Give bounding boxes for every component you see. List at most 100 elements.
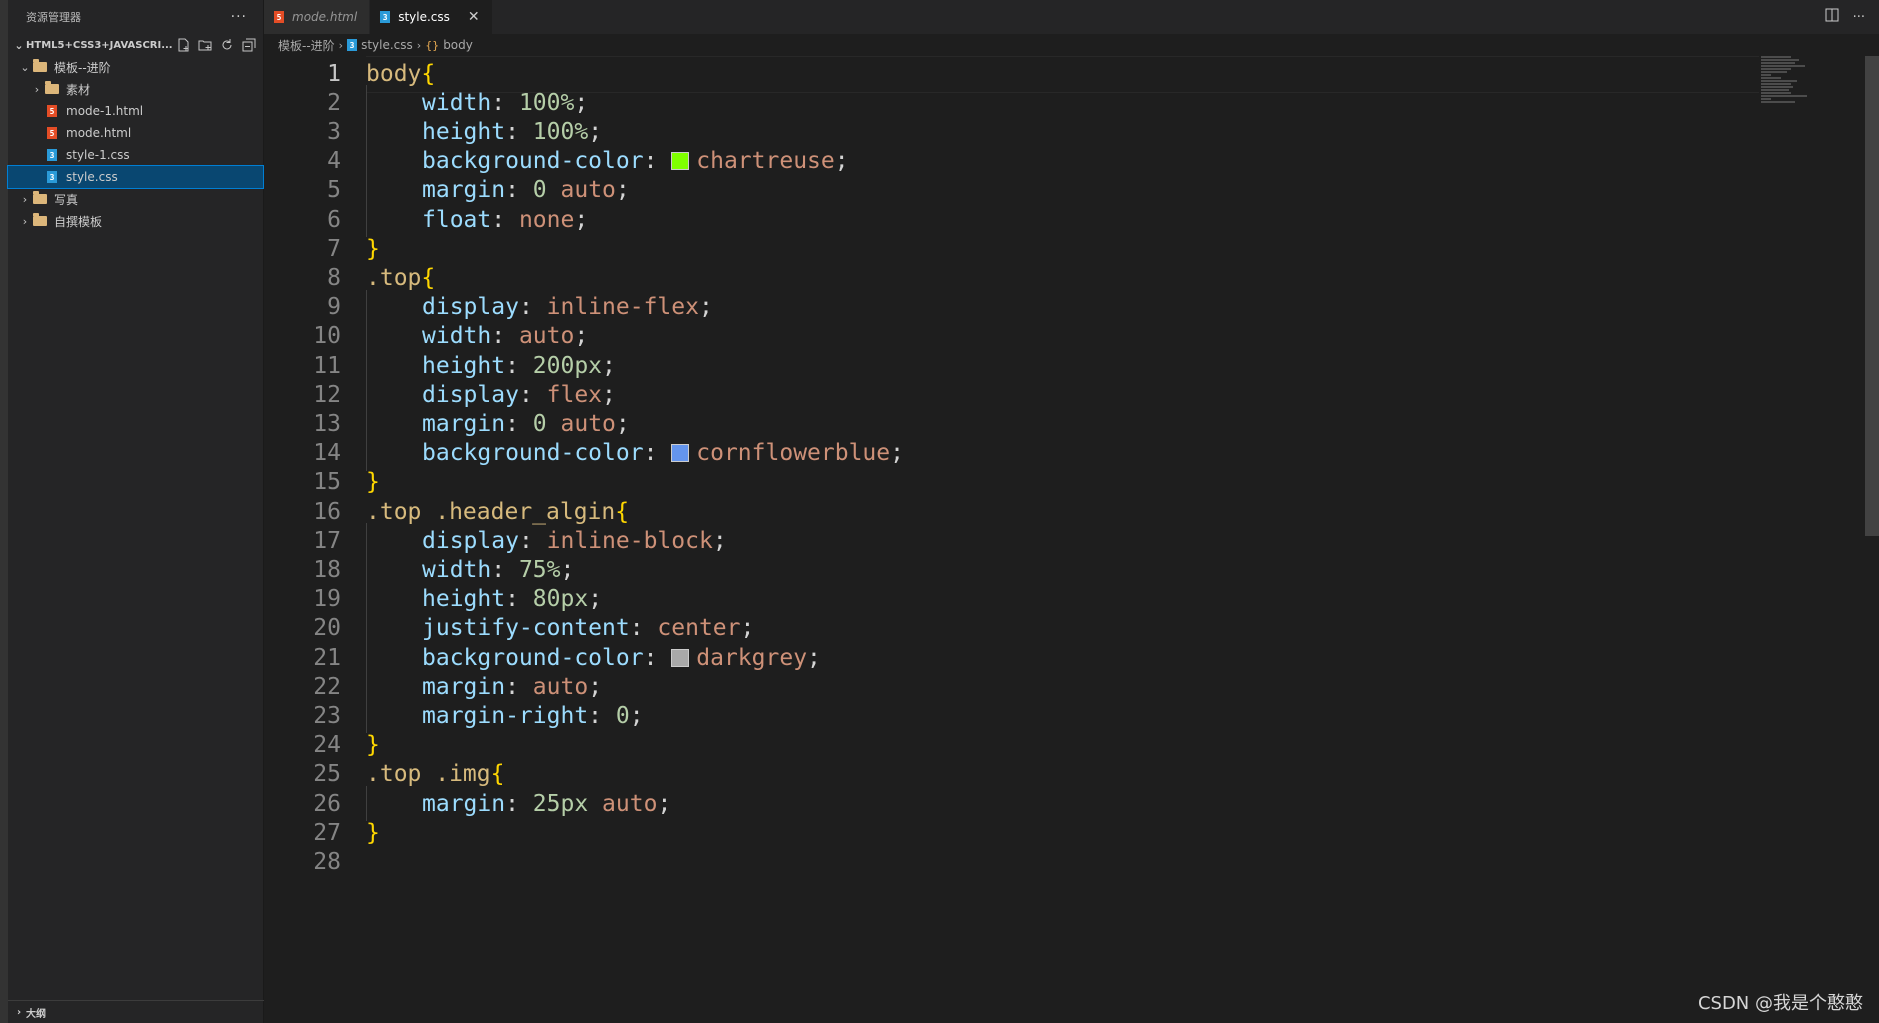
code-token: ; <box>712 527 727 554</box>
breadcrumb: 模板--进阶 › 3 style.css › {} body <box>264 34 1879 56</box>
code-token: auto <box>560 177 616 204</box>
css-file-icon: 3 <box>44 169 60 185</box>
outline-title: 大纲 <box>26 1008 46 1020</box>
code-token: chartreuse <box>696 148 835 175</box>
code-token: : <box>491 556 519 583</box>
line-number: 28 <box>313 848 341 875</box>
code-token: 0 <box>532 177 547 204</box>
split-editor-icon[interactable] <box>1825 8 1839 26</box>
watermark: CSDN @我是个憨憨 <box>1697 993 1863 1014</box>
code-token: darkgrey <box>696 644 808 671</box>
code-token: margin <box>422 673 506 700</box>
editor-area: 5 mode.html 3 style.css ✕ ··· 模板--进阶 › 3… <box>264 0 1879 1023</box>
code-token: .top <box>366 264 422 291</box>
line-number: 20 <box>313 615 341 642</box>
line-number: 17 <box>313 527 341 554</box>
workspace-title: HTML5+CSS3+JAVASCRI... <box>26 39 173 51</box>
code-token: : <box>643 148 672 175</box>
chevron-right-icon: › <box>22 192 28 206</box>
color-swatch[interactable] <box>671 152 690 171</box>
code-token: center <box>657 615 741 642</box>
line-number: 6 <box>327 206 341 233</box>
breadcrumb-folder[interactable]: 模板--进阶 <box>278 37 335 54</box>
code-token: background-color <box>422 148 644 175</box>
chevron-down-icon: ⌄ <box>14 38 24 52</box>
line-number: 25 <box>313 761 341 788</box>
code-token: { <box>421 60 436 87</box>
chevron-right-icon: › <box>34 82 40 96</box>
refresh-icon[interactable] <box>219 37 235 53</box>
tree-item-label: 素材 <box>66 82 91 97</box>
code-token: inline-flex <box>546 294 699 321</box>
code-token: ; <box>574 206 589 233</box>
tree-item-label: 自撰模板 <box>54 214 103 229</box>
line-number: 10 <box>313 323 341 350</box>
code-token: } <box>366 235 380 262</box>
code-token: width <box>422 89 492 116</box>
color-swatch[interactable] <box>671 648 690 667</box>
code-token: { <box>421 264 436 291</box>
code-token: : <box>518 527 547 554</box>
code-token: ; <box>588 673 603 700</box>
code-token: ; <box>615 410 630 437</box>
close-icon[interactable]: ✕ <box>468 9 480 25</box>
tree-item[interactable]: 5 mode-1.html <box>8 100 263 122</box>
code-token: body <box>366 60 422 87</box>
tab-bar: 5 mode.html 3 style.css ✕ ··· <box>264 0 1879 34</box>
code-token: cornflowerblue <box>696 440 891 467</box>
code-token: background-color <box>422 440 644 467</box>
folder-icon <box>32 59 48 75</box>
code-token: 0 <box>532 410 547 437</box>
outline-section[interactable]: › 大纲 <box>8 1000 267 1023</box>
tree-item[interactable]: ⌄ 模板--进阶 <box>8 56 263 78</box>
chevron-right-icon: › <box>22 214 28 228</box>
code-token: ; <box>740 615 755 642</box>
code-token: background-color <box>422 644 644 671</box>
code-token: ; <box>602 352 616 379</box>
workspace-section[interactable]: ⌄ HTML5+CSS3+JAVASCRI... <box>8 34 263 56</box>
tree-item[interactable]: 3 style-1.css <box>8 144 263 166</box>
new-folder-icon[interactable] <box>197 37 213 53</box>
line-number: 26 <box>313 790 341 817</box>
vertical-scrollbar[interactable] <box>1865 56 1879 536</box>
code-token: height <box>422 586 506 613</box>
code-token: ; <box>698 294 713 321</box>
code-token: 75% <box>518 556 561 583</box>
collapse-all-icon[interactable] <box>241 37 257 53</box>
tab-style-css[interactable]: 3 style.css ✕ <box>370 0 493 34</box>
tree-item[interactable]: › 写真 <box>8 188 263 210</box>
tree-item[interactable]: › 自撰模板 <box>8 210 263 232</box>
line-number: 9 <box>327 294 341 321</box>
code-token: auto <box>602 790 658 817</box>
more-actions-icon[interactable]: ··· <box>231 9 247 25</box>
line-number: 7 <box>327 235 341 262</box>
code-token: 0 <box>615 702 630 729</box>
code-token: ; <box>807 644 821 671</box>
code-line[interactable]: 28 <box>264 844 366 879</box>
line-number: 12 <box>313 381 341 408</box>
tab-mode-html[interactable]: 5 mode.html <box>264 0 371 34</box>
code-token: : <box>505 790 533 817</box>
tree-item-label: 写真 <box>54 192 79 207</box>
new-file-icon[interactable] <box>175 37 191 53</box>
tree-item[interactable]: › 素材 <box>8 78 263 100</box>
tree-item[interactable]: 5 mode.html <box>8 122 263 144</box>
folder-icon <box>32 191 48 207</box>
tree-item[interactable]: 3 style.css <box>7 165 264 189</box>
line-number: 16 <box>313 498 341 525</box>
explorer-title: 资源管理器 <box>26 11 81 24</box>
line-number: 23 <box>313 702 341 729</box>
minimap[interactable] <box>1761 56 1807 116</box>
activity-bar <box>0 0 8 1023</box>
more-actions-icon[interactable]: ··· <box>1853 10 1865 25</box>
color-swatch[interactable] <box>671 444 690 463</box>
breadcrumb-symbol[interactable]: body <box>443 38 473 52</box>
code-token: float <box>422 206 492 233</box>
code-token: margin <box>422 410 506 437</box>
code-token: ; <box>657 790 672 817</box>
breadcrumb-file[interactable]: style.css <box>361 38 413 52</box>
tree-item-label: style-1.css <box>66 148 130 162</box>
code-token: : <box>505 352 533 379</box>
